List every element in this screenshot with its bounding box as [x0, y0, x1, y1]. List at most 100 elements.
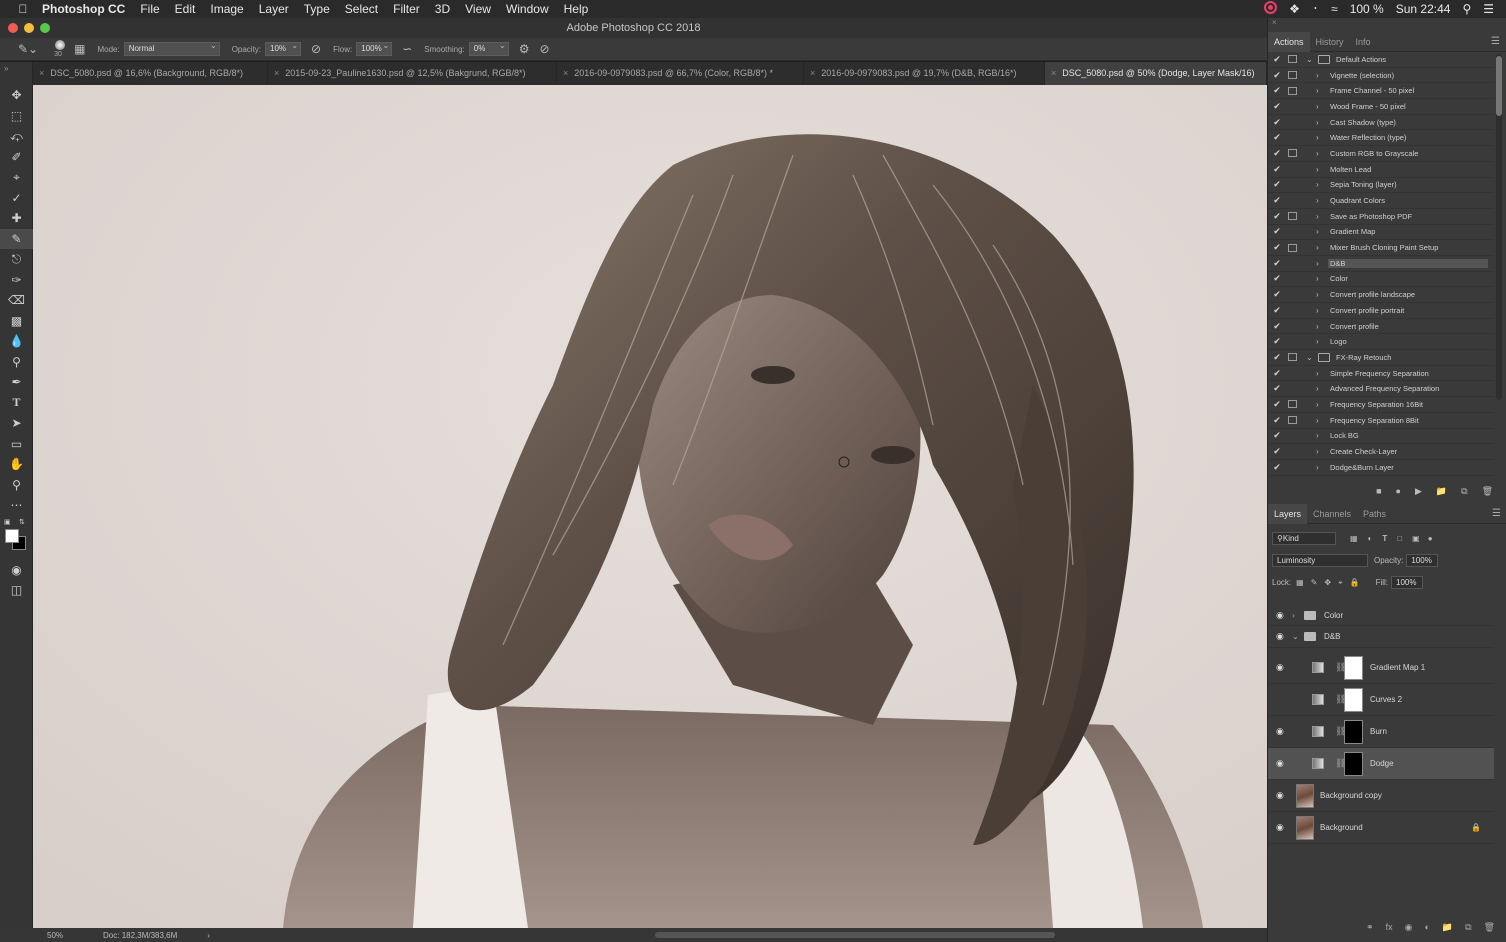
dialog-toggle-icon[interactable]	[1288, 149, 1297, 158]
screen-record-icon[interactable]	[1264, 1, 1278, 17]
blend-mode-select[interactable]: Luminosity	[1272, 554, 1368, 567]
layer-row[interactable]: ◉ ⛓ Gradient Map 1	[1268, 652, 1494, 684]
actions-panel-menu-icon[interactable]: ☰	[1491, 32, 1500, 52]
chevron-right-icon[interactable]: ›	[1316, 196, 1319, 205]
action-toggle-check-icon[interactable]: ✔	[1272, 226, 1282, 237]
action-item[interactable]: ✔ › Frequency Separation 8Bit	[1268, 413, 1494, 429]
stop-icon[interactable]: ■	[1376, 486, 1381, 496]
action-toggle-check-icon[interactable]: ✔	[1272, 289, 1282, 300]
action-item[interactable]: ✔ › Quadrant Colors	[1268, 193, 1494, 209]
swap-colors-icon[interactable]: ⇅	[19, 518, 25, 526]
marquee-tool-icon[interactable]: ⬚	[0, 106, 33, 127]
action-item[interactable]: ✔ › Simple Frequency Separation	[1268, 366, 1494, 382]
window-minimize-button[interactable]	[24, 23, 34, 33]
document-tab[interactable]: × 2015-09-23_Pauline1630.psd @ 12,5% (Bak…	[268, 62, 557, 85]
lock-artboard-icon[interactable]: ⌖	[1338, 578, 1343, 588]
chevron-right-icon[interactable]: ›	[1316, 447, 1319, 456]
visibility-eye-icon[interactable]: ◉	[1276, 631, 1284, 642]
dialog-toggle-icon[interactable]	[1288, 55, 1297, 64]
layer-row[interactable]: ◉ ⛓ Dodge	[1268, 748, 1494, 780]
delete-layer-icon[interactable]: 🗑	[1484, 922, 1495, 933]
add-mask-icon[interactable]: ◉	[1405, 922, 1413, 933]
zoom-tool-icon[interactable]: ⚲	[0, 475, 33, 496]
visibility-eye-icon[interactable]: ◉	[1276, 662, 1284, 673]
visibility-eye-icon[interactable]: ◉	[1276, 610, 1284, 621]
action-toggle-check-icon[interactable]: ✔	[1272, 148, 1282, 159]
default-colors-icon[interactable]: ▣	[4, 518, 11, 526]
document-tab[interactable]: × 2016-09-0979083.psd @ 19,7% (D&B, RGB/1…	[804, 62, 1045, 85]
chevron-right-icon[interactable]: ›	[1316, 102, 1319, 111]
action-item[interactable]: ✔ › Advanced Frequency Separation	[1268, 381, 1494, 398]
tab-layers[interactable]: Layers	[1268, 503, 1308, 524]
document-canvas[interactable]	[33, 85, 1267, 928]
chevron-down-icon[interactable]: ⌄	[1306, 55, 1313, 64]
action-item[interactable]: ✔ › Sepia Toning (layer)	[1268, 178, 1494, 194]
action-item[interactable]: ✔ › Water Reflection (type)	[1268, 130, 1494, 147]
play-icon[interactable]: ▶	[1415, 486, 1422, 497]
menu-3d[interactable]: 3D	[435, 2, 450, 16]
action-item[interactable]: ✔ › Create Check-Layer	[1268, 444, 1494, 460]
action-toggle-check-icon[interactable]: ✔	[1272, 85, 1282, 96]
layer-mask-thumbnail[interactable]	[1344, 687, 1363, 712]
chevron-right-icon[interactable]: ›	[1316, 400, 1319, 409]
action-item[interactable]: ✔ › D&B	[1268, 256, 1494, 272]
move-tool-icon[interactable]: ✥	[0, 85, 33, 106]
new-layer-icon[interactable]: ⧉	[1465, 922, 1471, 933]
horizontal-scrollbar[interactable]	[654, 932, 1055, 938]
history-brush-tool-icon[interactable]: ✑	[0, 270, 33, 291]
dialog-toggle-icon[interactable]	[1288, 416, 1297, 425]
rectangle-tool-icon[interactable]: ▭	[0, 434, 33, 455]
flow-field[interactable]: 100%	[356, 40, 393, 56]
foreground-color-swatch[interactable]	[5, 528, 19, 543]
filter-smart-icon[interactable]: ▣	[1412, 534, 1420, 543]
tab-close-icon[interactable]: ×	[563, 68, 568, 78]
lock-position-icon[interactable]: ✥	[1324, 578, 1331, 587]
new-group-icon[interactable]: 📁	[1442, 922, 1453, 933]
action-toggle-check-icon[interactable]: ✔	[1272, 446, 1282, 457]
action-toggle-check-icon[interactable]: ✔	[1272, 242, 1282, 253]
tab-close-icon[interactable]: ×	[274, 68, 279, 78]
toolbar-collapse-icon[interactable]: »	[0, 62, 32, 85]
layer-mask-thumbnail[interactable]	[1344, 751, 1363, 776]
clock[interactable]: Sun 22:44	[1396, 2, 1451, 16]
action-toggle-check-icon[interactable]: ✔	[1272, 368, 1282, 379]
menu-help[interactable]: Help	[564, 2, 589, 16]
action-toggle-check-icon[interactable]: ✔	[1272, 430, 1282, 441]
action-toggle-check-icon[interactable]: ✔	[1272, 211, 1282, 222]
healing-brush-tool-icon[interactable]: ✚	[0, 208, 33, 229]
action-toggle-check-icon[interactable]: ✔	[1272, 415, 1282, 426]
new-set-icon[interactable]: 📁	[1436, 486, 1447, 497]
action-toggle-check-icon[interactable]: ✔	[1272, 117, 1282, 128]
chevron-right-icon[interactable]: ›	[1316, 86, 1319, 95]
layer-row[interactable]: ◉ ⛓ Burn	[1268, 716, 1494, 748]
action-set[interactable]: ✔ ⌄ FX-Ray Retouch	[1268, 350, 1494, 366]
action-toggle-check-icon[interactable]: ✔	[1272, 399, 1282, 410]
mode-select[interactable]: Normal	[123, 40, 220, 56]
action-item[interactable]: ✔ › Convert profile portrait	[1268, 303, 1494, 319]
bluetooth-icon[interactable]: ᛫	[1312, 2, 1319, 16]
chevron-right-icon[interactable]: ›	[1316, 243, 1319, 252]
layer-thumbnail[interactable]	[1296, 783, 1314, 808]
layer-fill-field[interactable]: 100%	[1391, 576, 1424, 589]
action-toggle-check-icon[interactable]: ✔	[1272, 258, 1282, 269]
menu-filter[interactable]: Filter	[393, 2, 420, 16]
action-item[interactable]: ✔ › Vignette (selection)	[1268, 68, 1494, 84]
chevron-right-icon[interactable]: ›	[1316, 274, 1319, 283]
menu-edit[interactable]: Edit	[175, 2, 196, 16]
tab-paths[interactable]: Paths	[1357, 504, 1392, 524]
chevron-right-icon[interactable]: ›	[1316, 71, 1319, 80]
chevron-down-icon[interactable]: ⌄	[1292, 632, 1299, 641]
chevron-right-icon[interactable]: ›	[1316, 384, 1319, 393]
path-selection-tool-icon[interactable]: ➤	[0, 413, 33, 434]
smoothing-field[interactable]: 0%	[468, 40, 509, 56]
filter-toggle-icon[interactable]: ●	[1428, 534, 1433, 543]
action-toggle-check-icon[interactable]: ✔	[1272, 195, 1282, 206]
chevron-right-icon[interactable]: ›	[1316, 416, 1319, 425]
pressure-opacity-icon[interactable]: ⊘	[311, 42, 321, 56]
action-toggle-check-icon[interactable]: ✔	[1272, 70, 1282, 81]
status-menu-arrow-icon[interactable]: ›	[207, 931, 210, 940]
action-item[interactable]: ✔ › Color	[1268, 272, 1494, 288]
menu-type[interactable]: Type	[304, 2, 330, 16]
chevron-right-icon[interactable]: ›	[1316, 227, 1319, 236]
brush-tool-icon[interactable]: ✎	[0, 228, 33, 249]
